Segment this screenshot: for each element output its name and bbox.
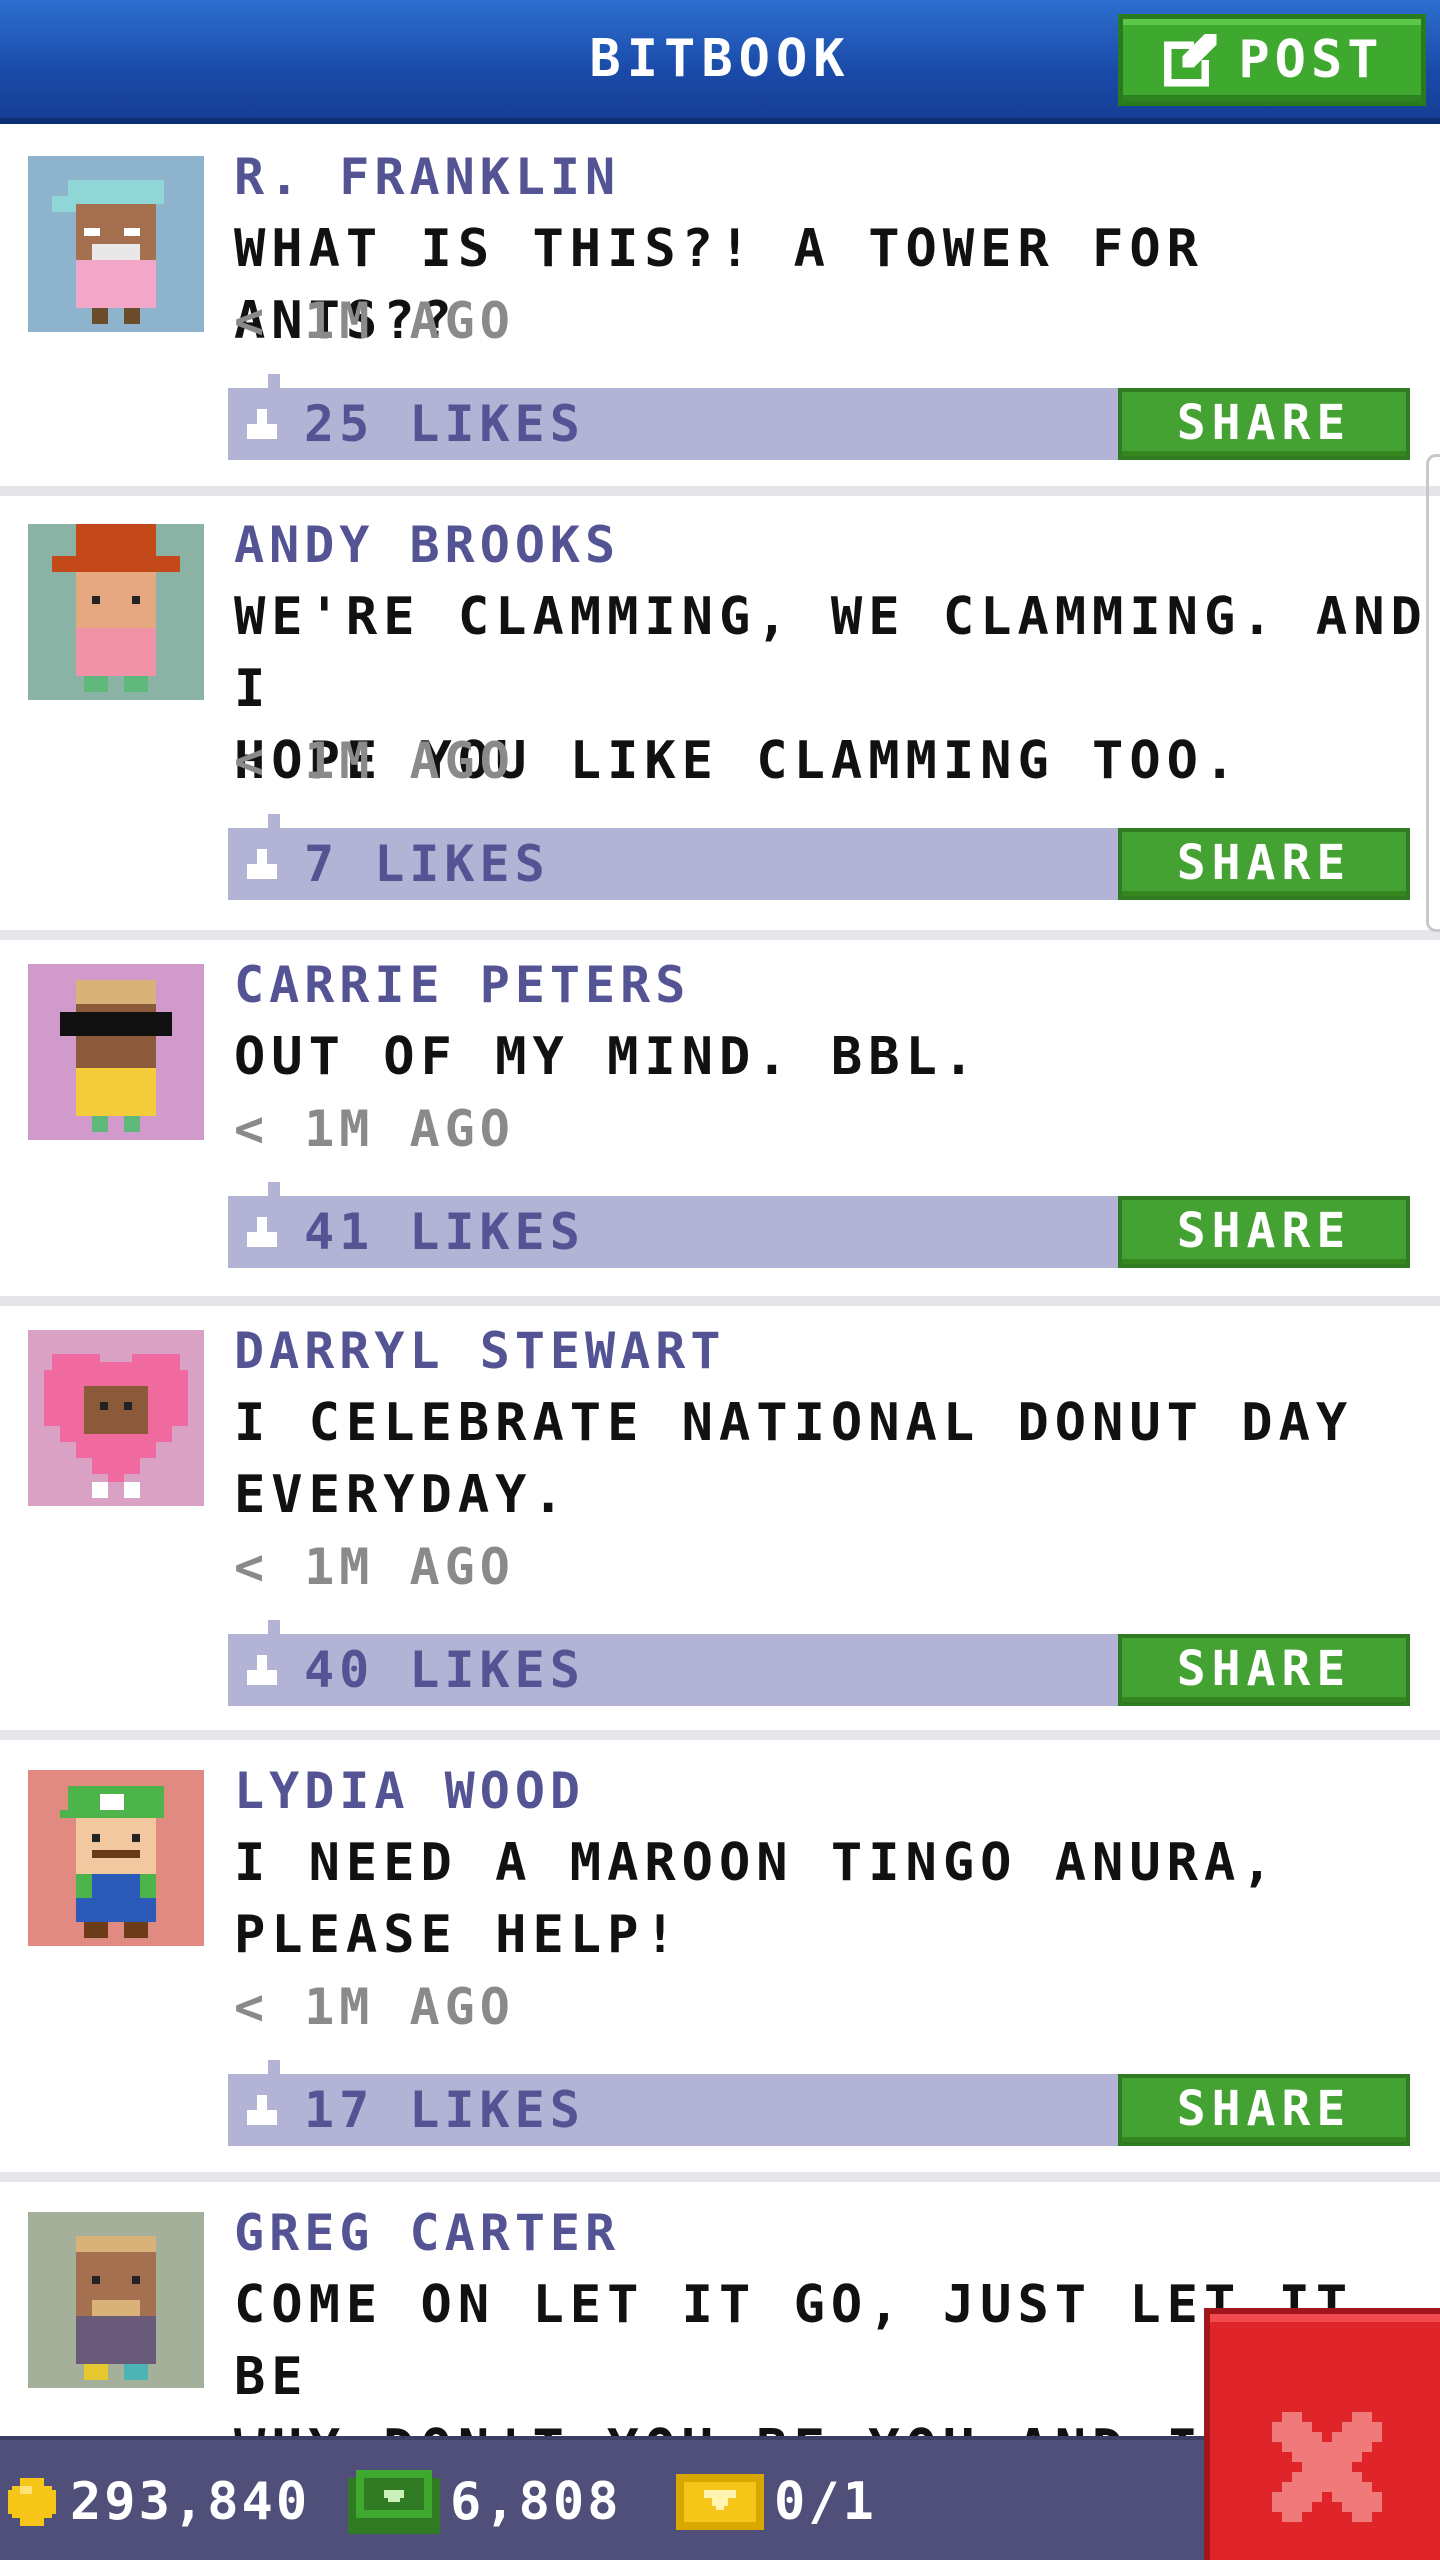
feed-post: R. FRANKLIN WHAT IS THIS?! A TOWER FOR A…: [0, 124, 1440, 486]
like-icon: [247, 2095, 277, 2125]
post-time: < 1M AGO: [234, 1100, 515, 1158]
like-bar-tick: [268, 1182, 280, 1196]
app-header: BITBOOK POST: [0, 0, 1440, 124]
share-button[interactable]: SHARE: [1118, 388, 1410, 460]
compose-icon: [1164, 33, 1217, 87]
tickets-value: 0/1: [774, 2472, 877, 2532]
bux-value: 6,808: [450, 2472, 622, 2532]
like-bar-tick: [268, 2060, 280, 2074]
avatar: [28, 524, 204, 700]
close-button[interactable]: [1204, 2308, 1440, 2560]
like-bar-tick: [268, 1620, 280, 1634]
likes-count: 41 LIKES: [304, 1203, 585, 1261]
like-icon: [247, 849, 277, 879]
post-author[interactable]: LYDIA WOOD: [234, 1755, 585, 1827]
like-bar[interactable]: 17 LIKES SHARE: [228, 2060, 1410, 2146]
like-bar-tick: [268, 814, 280, 828]
bux-icon: [348, 2470, 440, 2534]
coins-counter: 293,840: [4, 2440, 310, 2560]
like-bar[interactable]: 40 LIKES SHARE: [228, 1620, 1410, 1706]
tickets-counter: 0/1: [676, 2440, 877, 2560]
post-divider: [0, 1296, 1440, 1306]
avatar: [28, 156, 204, 332]
post-time: < 1M AGO: [234, 732, 515, 790]
post-author[interactable]: R. FRANKLIN: [234, 141, 620, 213]
bux-counter: 6,808: [348, 2440, 622, 2560]
share-button[interactable]: SHARE: [1118, 828, 1410, 900]
avatar: [28, 964, 204, 1140]
post-author[interactable]: CARRIE PETERS: [234, 949, 690, 1021]
like-bar-tick: [268, 374, 280, 388]
post-divider: [0, 2172, 1440, 2182]
post-time: < 1M AGO: [234, 1538, 515, 1596]
likes-count: 40 LIKES: [304, 1641, 585, 1699]
close-icon: [1272, 2412, 1382, 2522]
post-message: OUT OF MY MIND. BBL.: [234, 1027, 981, 1087]
likes-count: 17 LIKES: [304, 2081, 585, 2139]
post-divider: [0, 930, 1440, 940]
share-button[interactable]: SHARE: [1118, 1634, 1410, 1706]
post-divider: [0, 486, 1440, 496]
avatar: [28, 1330, 204, 1506]
post-time: < 1M AGO: [234, 1978, 515, 2036]
avatar: [28, 1770, 204, 1946]
likes-count: 25 LIKES: [304, 395, 585, 453]
coins-value: 293,840: [70, 2472, 311, 2532]
feed-post: DARRYL STEWART I CELEBRATE NATIONAL DONU…: [0, 1306, 1440, 1740]
like-bar[interactable]: 7 LIKES SHARE: [228, 814, 1410, 900]
post-author[interactable]: DARRYL STEWART: [234, 1315, 725, 1387]
likes-count: 7 LIKES: [304, 835, 550, 893]
avatar: [28, 2212, 204, 2388]
post-author[interactable]: GREG CARTER: [234, 2197, 620, 2269]
share-button[interactable]: SHARE: [1118, 2074, 1410, 2146]
feed-post: LYDIA WOOD I NEED A MAROON TINGO ANURA, …: [0, 1740, 1440, 2174]
like-bar[interactable]: 25 LIKES SHARE: [228, 374, 1410, 460]
scroll-indicator[interactable]: [1426, 454, 1440, 932]
feed[interactable]: R. FRANKLIN WHAT IS THIS?! A TOWER FOR A…: [0, 124, 1440, 2438]
post-author[interactable]: ANDY BROOKS: [234, 509, 620, 581]
like-icon: [247, 1655, 277, 1685]
golden-ticket-icon: [676, 2474, 764, 2530]
post-time: < 1M AGO: [234, 292, 515, 350]
post-divider: [0, 1730, 1440, 1740]
share-button[interactable]: SHARE: [1118, 1196, 1410, 1268]
coin-icon: [8, 2478, 56, 2526]
feed-post: CARRIE PETERS OUT OF MY MIND. BBL. < 1M …: [0, 940, 1440, 1302]
post-message: I CELEBRATE NATIONAL DONUT DAY EVERYDAY.: [234, 1393, 1354, 1525]
feed-post: ANDY BROOKS WE'RE CLAMMING, WE CLAMMING.…: [0, 496, 1440, 930]
like-bar[interactable]: 41 LIKES SHARE: [228, 1182, 1410, 1268]
post-message: I NEED A MAROON TINGO ANURA, PLEASE HELP…: [234, 1833, 1279, 1965]
post-button-label: POST: [1238, 30, 1384, 90]
like-icon: [247, 1217, 277, 1247]
like-icon: [247, 409, 277, 439]
post-button[interactable]: POST: [1118, 14, 1426, 106]
